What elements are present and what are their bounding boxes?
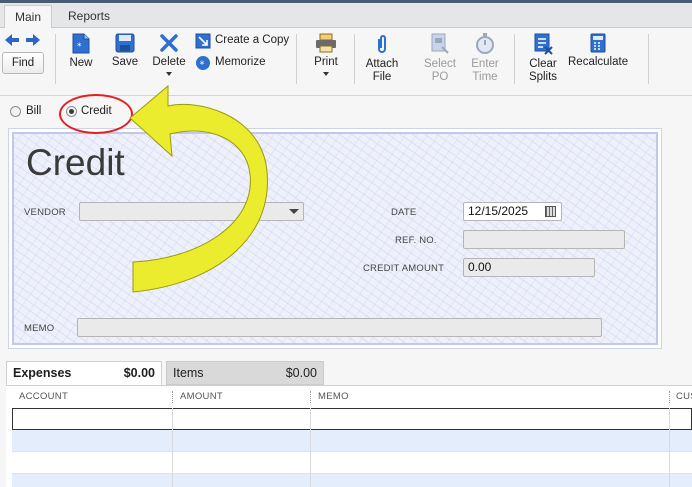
attach-file-label-2: File xyxy=(372,71,392,83)
svg-text:*: * xyxy=(200,60,205,71)
clear-splits-label-2: Splits xyxy=(528,71,558,83)
toolbar: Find * New Save Delete Create a Copy * M… xyxy=(0,28,692,96)
chevron-down-icon[interactable] xyxy=(289,209,299,214)
items-tab-label: Items xyxy=(173,366,204,380)
save-button[interactable]: Save xyxy=(108,33,142,69)
attach-file-label-1: Attach xyxy=(365,58,399,70)
vendor-label: VENDOR xyxy=(24,207,66,218)
column-divider[interactable] xyxy=(172,391,173,403)
credit-form: Credit VENDOR DATE 12/15/2025 REF. NO. C… xyxy=(12,132,658,345)
recalculate-label: Recalculate xyxy=(568,56,629,68)
new-document-icon: * xyxy=(72,33,90,54)
save-label: Save xyxy=(111,56,139,68)
column-gridline xyxy=(669,408,670,487)
save-disk-icon xyxy=(115,33,135,53)
clear-splits-icon xyxy=(534,33,553,55)
date-label: DATE xyxy=(391,207,417,218)
tab-reports[interactable]: Reports xyxy=(58,5,120,28)
table-row[interactable] xyxy=(12,408,692,430)
select-po-button[interactable]: Select PO xyxy=(420,33,460,84)
toolbar-separator xyxy=(514,34,515,84)
column-gridline xyxy=(172,408,173,487)
delete-label: Delete xyxy=(152,56,186,68)
column-gridline xyxy=(310,408,311,487)
column-header-account[interactable]: ACCOUNT xyxy=(19,391,68,402)
table-row[interactable] xyxy=(12,430,692,452)
create-copy-label: Create a Copy xyxy=(215,34,290,46)
print-dropdown-arrow-icon[interactable] xyxy=(323,72,329,76)
date-field[interactable]: 12/15/2025 xyxy=(463,202,562,221)
bill-radio[interactable] xyxy=(10,106,21,117)
ribbon-tab-bar: Main Reports xyxy=(0,3,692,28)
ref-no-label: REF. NO. xyxy=(395,235,437,246)
credit-amount-label: CREDIT AMOUNT xyxy=(363,263,445,274)
column-header-customer[interactable]: CUS xyxy=(676,391,692,402)
previous-arrow-icon[interactable] xyxy=(5,34,19,46)
credit-amount-field[interactable]: 0.00 xyxy=(463,258,595,277)
expenses-tab-amount: $0.00 xyxy=(123,366,155,380)
delete-dropdown-arrow-icon[interactable] xyxy=(166,72,172,76)
form-title: Credit xyxy=(26,142,125,183)
tab-expenses[interactable]: Expenses $0.00 xyxy=(6,361,162,385)
column-header-amount[interactable]: AMOUNT xyxy=(180,391,223,402)
enter-time-button[interactable]: Enter Time xyxy=(465,33,505,84)
select-po-label-1: Select xyxy=(424,58,456,70)
enter-bills-window: Main Reports Find * New Save Delete Crea… xyxy=(0,0,692,487)
toolbar-separator xyxy=(354,34,355,84)
expenses-grid: ACCOUNT AMOUNT MEMO CUS xyxy=(6,385,692,487)
print-button[interactable]: Print xyxy=(310,33,342,76)
memo-field[interactable] xyxy=(77,318,602,337)
toolbar-separator xyxy=(648,34,649,84)
toolbar-separator xyxy=(55,34,56,84)
print-label: Print xyxy=(314,56,338,68)
calculator-icon xyxy=(590,33,606,53)
create-copy-button[interactable]: Create a Copy xyxy=(195,33,295,50)
delete-button[interactable]: Delete xyxy=(150,33,188,76)
create-copy-icon xyxy=(195,33,211,49)
recalculate-button[interactable]: Recalculate xyxy=(568,33,628,69)
enter-time-label-2: Time xyxy=(472,71,498,83)
paperclip-icon xyxy=(378,35,386,53)
curved-arrow-annotation xyxy=(129,84,268,293)
svg-text:*: * xyxy=(77,42,82,52)
select-po-label-2: PO xyxy=(431,71,449,83)
grid-header: ACCOUNT AMOUNT MEMO CUS xyxy=(6,386,692,408)
bill-radio-label[interactable]: Bill xyxy=(26,105,41,117)
column-header-memo[interactable]: MEMO xyxy=(318,391,349,402)
tab-items[interactable]: Items $0.00 xyxy=(166,361,324,385)
memo-label: MEMO xyxy=(24,323,55,334)
expenses-tab-label: Expenses xyxy=(13,366,72,380)
new-button[interactable]: * New xyxy=(64,33,98,70)
toolbar-separator xyxy=(296,34,297,84)
column-divider[interactable] xyxy=(669,391,670,403)
date-value: 12/15/2025 xyxy=(468,204,529,218)
memorize-label: Memorize xyxy=(215,56,266,68)
enter-time-label-1: Enter xyxy=(471,58,499,70)
calendar-icon[interactable] xyxy=(545,206,556,217)
credit-form-container: Credit VENDOR DATE 12/15/2025 REF. NO. C… xyxy=(8,128,662,349)
clear-splits-button[interactable]: Clear Splits xyxy=(523,33,563,84)
credit-amount-value: 0.00 xyxy=(468,260,492,274)
tab-main[interactable]: Main xyxy=(4,5,52,28)
table-row[interactable] xyxy=(12,452,692,474)
detail-section: Expenses $0.00 Items $0.00 ACCOUNT AMOUN… xyxy=(0,360,692,487)
select-po-icon xyxy=(431,33,449,54)
highlight-circle-annotation xyxy=(59,94,133,134)
items-tab-amount: $0.00 xyxy=(285,366,317,380)
memorize-icon: * xyxy=(196,56,210,71)
attach-file-button[interactable]: Attach File xyxy=(362,33,402,84)
delete-x-icon xyxy=(160,34,178,52)
next-arrow-icon[interactable] xyxy=(26,34,40,46)
ref-no-field[interactable] xyxy=(463,230,625,249)
new-label: New xyxy=(69,57,93,69)
find-button[interactable]: Find xyxy=(2,52,44,74)
table-row[interactable] xyxy=(12,474,692,487)
column-divider[interactable] xyxy=(310,391,311,403)
printer-icon xyxy=(316,33,336,53)
memorize-button[interactable]: * Memorize xyxy=(195,56,295,72)
clear-splits-label-1: Clear xyxy=(529,58,557,70)
stopwatch-icon xyxy=(476,33,494,54)
